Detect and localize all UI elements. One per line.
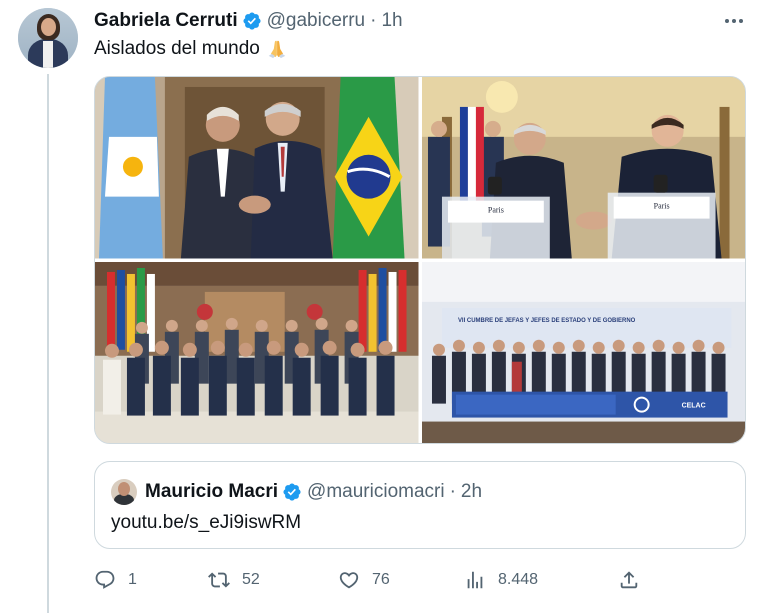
photo-paris-podiums[interactable]: Paris Paris	[421, 77, 745, 259]
tweet-text: Aislados del mundo	[94, 38, 288, 60]
quoted-tweet-timestamp: 2h	[460, 481, 483, 502]
quoted-tweet[interactable]: Mauricio Macri @mauriciomacri · 2h youtu…	[94, 461, 746, 549]
podium-sign-left: Paris	[487, 206, 503, 215]
share-button[interactable]	[618, 566, 640, 594]
tweet-text-body: Aislados del mundo	[94, 38, 260, 59]
separator-dot: ·	[370, 10, 377, 31]
media-grid: Paris Paris VII CUMBRE DE JEFAS Y JEFES …	[94, 76, 746, 444]
photo-handshake-flags[interactable]	[95, 77, 419, 259]
reply-count: 1	[128, 571, 137, 588]
photo-celac-summit[interactable]: VII CUMBRE DE JEFAS Y JEFES DE ESTADO Y …	[421, 261, 745, 443]
celac-logo-text: CELAC	[681, 402, 705, 409]
quoted-author-handle: @mauriciomacri	[307, 481, 445, 502]
heart-icon	[339, 572, 359, 589]
retweet-button[interactable]: 52	[208, 566, 260, 594]
quoted-author-avatar	[111, 479, 137, 505]
tweet-timestamp[interactable]: 1h	[381, 10, 402, 32]
views-count: 8.448	[498, 571, 539, 588]
quoted-verified-badge-icon	[283, 483, 301, 501]
verified-badge-icon	[243, 12, 261, 30]
views-chart-icon	[467, 571, 483, 589]
quoted-tweet-header: Mauricio Macri @mauriciomacri · 2h	[111, 479, 482, 505]
like-button[interactable]: 76	[338, 566, 390, 594]
share-icon	[620, 571, 638, 589]
like-count: 76	[372, 571, 390, 588]
reply-button[interactable]: 1	[94, 566, 137, 594]
author-handle[interactable]: @gabicerru	[267, 10, 366, 32]
tweet-actions: 1 52 76 8.448	[94, 566, 746, 594]
podium-sign-right: Paris	[653, 202, 669, 211]
quoted-author-name: Mauricio Macri	[145, 481, 279, 502]
thread-line	[47, 74, 49, 613]
author-name[interactable]: Gabriela Cerruti	[94, 10, 238, 32]
author-avatar[interactable]	[18, 8, 78, 68]
more-options-icon[interactable]	[722, 10, 746, 32]
reply-icon	[95, 570, 115, 589]
retweet-icon	[208, 572, 230, 588]
quoted-tweet-text: youtu.be/s_eJi9iswRM	[111, 512, 302, 533]
folded-hands-emoji-icon	[268, 40, 286, 59]
quoted-separator-dot: ·	[449, 481, 456, 502]
summit-banner-text: VII CUMBRE DE JEFAS Y JEFES DE ESTADO Y …	[457, 317, 635, 323]
views-button[interactable]: 8.448	[464, 566, 538, 594]
retweet-count: 52	[242, 571, 260, 588]
photo-summit-group-flags[interactable]	[95, 261, 419, 443]
tweet-header: Gabriela Cerruti @gabicerru · 1h	[94, 10, 403, 32]
